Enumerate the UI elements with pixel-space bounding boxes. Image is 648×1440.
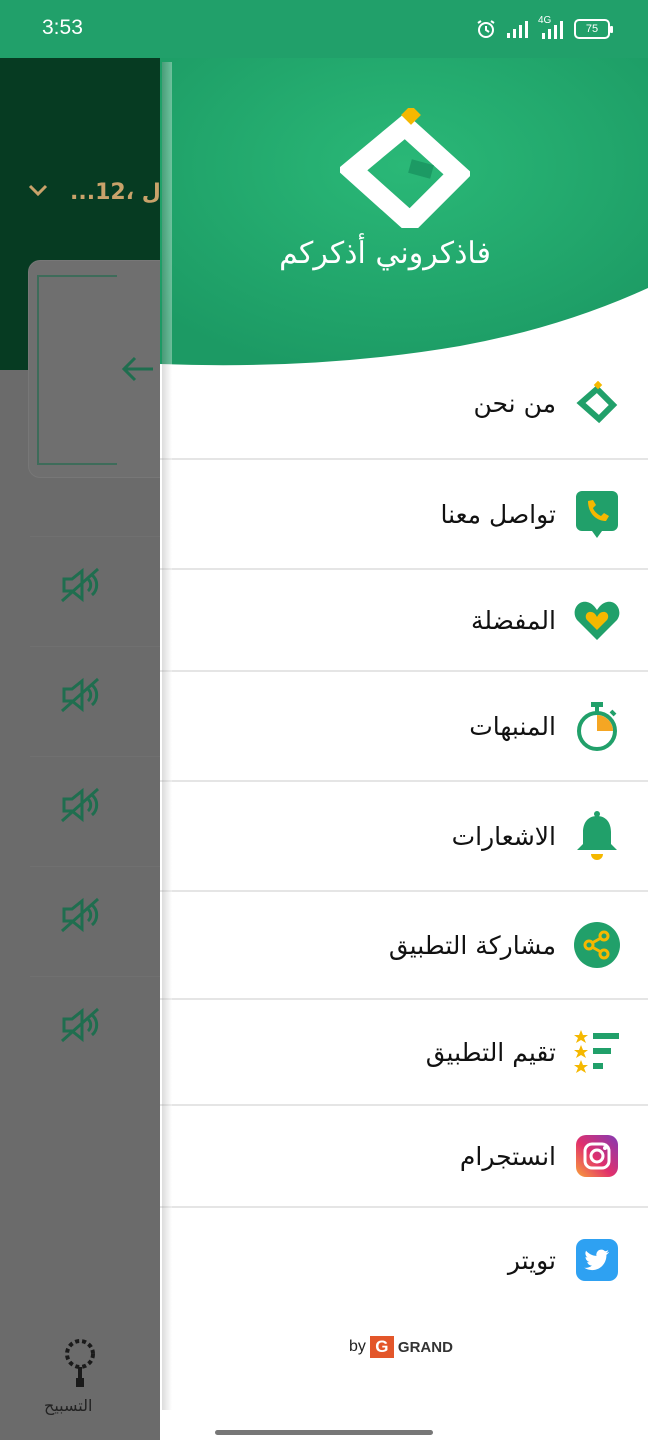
bell-icon xyxy=(572,811,622,861)
credit-by: by xyxy=(349,1338,366,1355)
list-item xyxy=(30,536,160,634)
menu-item-label: المنبهات xyxy=(469,711,556,741)
tab-tasbeeh[interactable]: التسبيح xyxy=(0,1330,160,1440)
grand-logo-icon: G xyxy=(369,1336,394,1358)
list-item xyxy=(30,646,160,744)
phone-chat-icon xyxy=(572,489,622,539)
menu-item-rate-app[interactable]: تقيم التطبيق xyxy=(160,1000,648,1106)
menu-item-label: من نحن xyxy=(473,388,557,418)
background-screen[interactable]: ...ال ،12 التسبيح xyxy=(0,58,160,1440)
list-item xyxy=(30,756,160,854)
menu-item-share-app[interactable]: مشاركة التطبيق xyxy=(160,892,648,1000)
navigation-drawer: فاذكروني أذكركم من نحن تواصل معنا المفضل… xyxy=(160,58,648,1410)
background-card xyxy=(28,260,160,478)
credit-brand: GRAND xyxy=(397,1338,453,1356)
chevron-down-icon xyxy=(28,184,48,197)
menu-item-alarms[interactable]: المنبهات xyxy=(160,672,648,782)
menu-item-label: تقيم التطبيق xyxy=(425,1037,556,1067)
status-time: 3:53 xyxy=(42,16,83,39)
heart-icon xyxy=(572,595,622,645)
status-bar: 3:53 4G 75 xyxy=(0,0,648,58)
menu-item-instagram[interactable]: انستجرام xyxy=(160,1106,648,1208)
instagram-icon xyxy=(572,1131,622,1181)
menu-item-label: مشاركة التطبيق xyxy=(388,930,556,960)
menu-item-about[interactable]: من نحن xyxy=(160,348,648,460)
muted-sound-icon xyxy=(61,787,99,823)
app-logo-icon xyxy=(572,378,622,428)
list-item xyxy=(30,976,160,1074)
ornament-frame-icon xyxy=(37,275,117,465)
menu-item-label: الاشعارات xyxy=(451,821,556,851)
drawer-menu: من نحن تواصل معنا المفضلة المنبهات الاشع… xyxy=(160,348,648,1312)
network-signal-icon: 4G xyxy=(538,15,564,39)
menu-item-label: تواصل معنا xyxy=(440,499,556,529)
tab-label: التسبيح xyxy=(44,1396,93,1415)
muted-sound-icon xyxy=(61,897,99,933)
drawer-shadow xyxy=(162,62,172,1410)
arrow-left-icon xyxy=(121,356,153,382)
developer-credit[interactable]: by G GRAND xyxy=(349,1336,453,1358)
home-indicator[interactable] xyxy=(215,1430,433,1435)
menu-item-notifications[interactable]: الاشعارات xyxy=(160,782,648,892)
app-logo-icon xyxy=(340,108,470,228)
stopwatch-icon xyxy=(572,701,622,751)
muted-sound-icon xyxy=(61,677,99,713)
signal-icon xyxy=(507,21,528,38)
rating-stars-icon xyxy=(572,1027,622,1077)
app-tagline: فاذكروني أذكركم xyxy=(279,236,491,271)
prayer-beads-icon xyxy=(65,1339,95,1387)
menu-item-label: تويتر xyxy=(507,1245,556,1275)
share-icon xyxy=(572,920,622,970)
menu-item-twitter[interactable]: تويتر xyxy=(160,1208,648,1312)
battery-level: 75 xyxy=(585,23,599,35)
battery-icon: 75 xyxy=(574,19,613,39)
menu-item-label: انستجرام xyxy=(459,1141,556,1171)
menu-item-label: المفضلة xyxy=(470,605,556,635)
twitter-icon xyxy=(572,1235,622,1285)
alarm-icon xyxy=(477,20,495,38)
list-item xyxy=(30,866,160,964)
background-title: ...ال ،12 xyxy=(70,180,160,205)
drawer-header: فاذكروني أذكركم xyxy=(160,58,648,370)
muted-sound-icon xyxy=(61,1007,99,1043)
menu-item-contact-us[interactable]: تواصل معنا xyxy=(160,460,648,570)
muted-sound-icon xyxy=(61,567,99,603)
status-icons: 4G 75 xyxy=(476,15,613,42)
menu-item-favorites[interactable]: المفضلة xyxy=(160,570,648,672)
